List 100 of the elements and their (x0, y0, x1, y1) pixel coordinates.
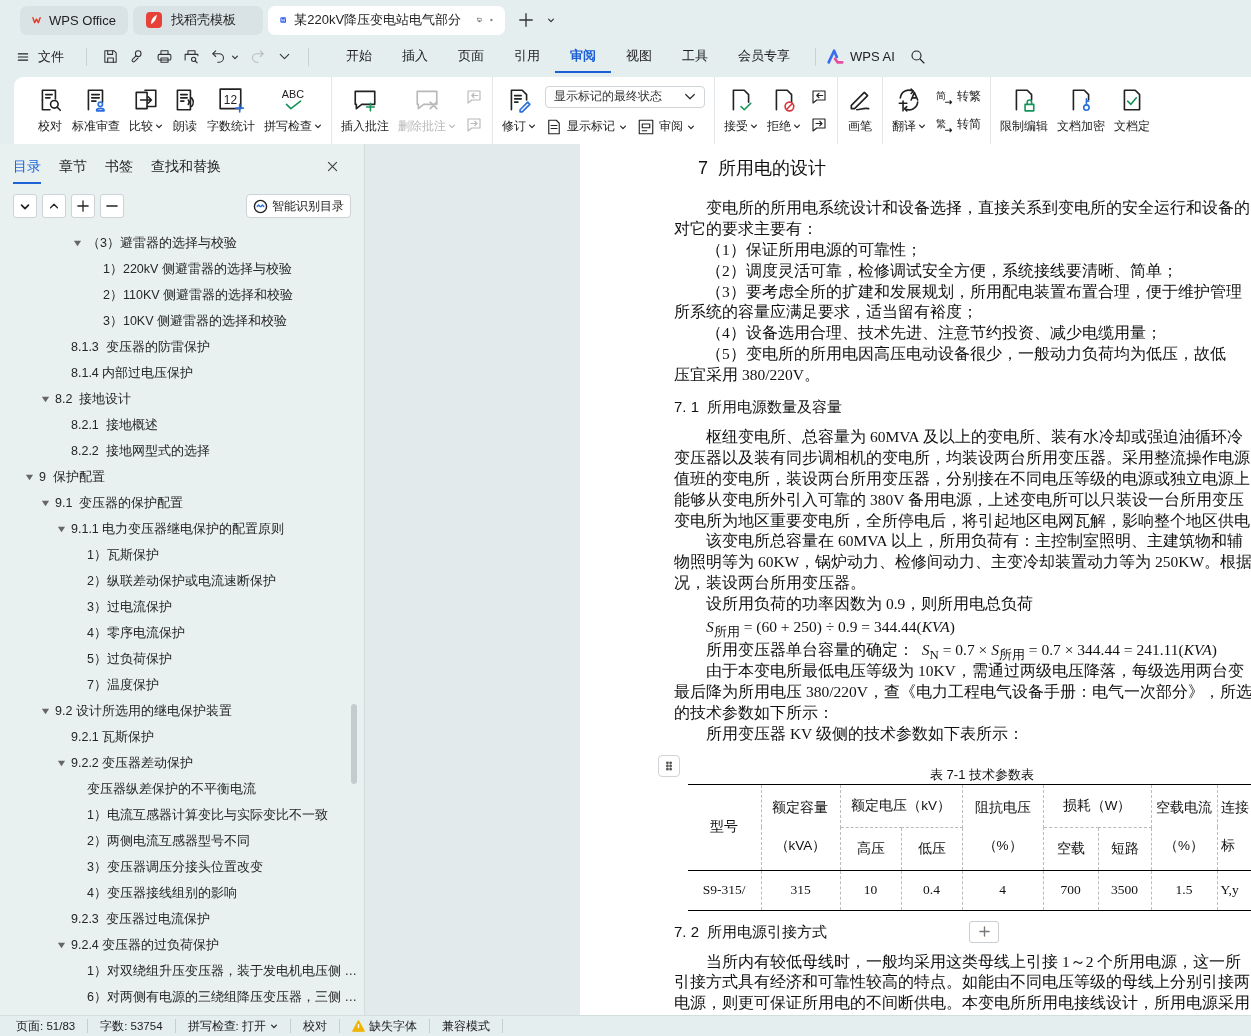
toc-item[interactable]: 9.2.1 瓦斯保护 (71, 728, 155, 746)
ribbon-button[interactable]: 拒绝 (763, 82, 805, 139)
tab-list-button[interactable] (547, 16, 555, 24)
toolbar-button[interactable] (210, 48, 239, 65)
toc-item[interactable]: 2）两侧电流互感器型号不同 (87, 832, 250, 850)
toc-item[interactable]: 9.2.4 变压器的过负荷保护 (71, 936, 220, 954)
minus-button[interactable] (100, 194, 124, 218)
menu-tab[interactable]: 引用 (499, 40, 555, 73)
menu-tab[interactable]: 工具 (667, 40, 723, 73)
panel-tab[interactable]: 书签 (105, 152, 133, 184)
table-cell: 4 (962, 870, 1043, 911)
missing-font-button[interactable]: 缺失字体 (339, 1019, 430, 1033)
column-header: 高压 (840, 827, 901, 871)
document-tab[interactable]: 某220kV降压变电站电气部分 (268, 5, 505, 35)
toc-item[interactable]: 8.2.2 接地网型式的选择 (71, 442, 210, 460)
toc-item[interactable]: 3）过电流保护 (87, 598, 172, 616)
ai-circle-icon (253, 198, 268, 214)
panel-tab[interactable]: 目录 (13, 152, 41, 184)
ribbon-button[interactable]: 修订 (498, 82, 540, 139)
menu-tab[interactable]: 视图 (611, 40, 667, 73)
ribbon-button[interactable]: 接受 (720, 82, 762, 139)
toc-item[interactable]: 8.1.4 内部过电压保护 (71, 364, 194, 382)
toc-item[interactable]: 1）电流互感器计算变比与实际变比不一致 (87, 806, 328, 824)
table-cell: S9-315/ (688, 870, 761, 911)
toc-item[interactable]: 1）对双绕组升压变压器，装于发电机电压侧 … (87, 962, 357, 980)
toc-item[interactable]: 8.1.3 变压器的防雷保护 (71, 338, 210, 356)
toc-item[interactable]: 8.2.1 接地概述 (71, 416, 158, 434)
ribbon-button[interactable]: 繁 转简 (935, 115, 981, 134)
toc-item[interactable]: 9 保护配置 (39, 468, 105, 486)
ribbon-button[interactable]: 审阅 (637, 117, 695, 136)
toc-item[interactable]: 9.2.2 变压器差动保护 (71, 754, 194, 772)
add-row-button[interactable] (969, 920, 999, 943)
search-button[interactable] (908, 47, 927, 66)
toc-item[interactable]: 2）纵联差动保护或电流速断保护 (87, 572, 276, 590)
panel-tab[interactable]: 查找和替换 (151, 152, 221, 184)
menu-tab[interactable]: 审阅 (555, 40, 611, 73)
toc-item[interactable]: 9.2 设计所选用的继电保护装置 (55, 702, 232, 720)
toc-item[interactable]: 8.2 接地设计 (55, 390, 132, 408)
toc-item[interactable]: 5）过负荷保护 (87, 650, 172, 668)
toc-item[interactable]: 变压器纵差保护的不平衡电流 (87, 780, 256, 798)
ribbon-button[interactable]: 校对 (33, 82, 67, 139)
smart-toc-button[interactable]: 智能识别目录 (246, 194, 351, 218)
menu-tab[interactable]: 插入 (387, 40, 443, 73)
ribbon-button[interactable]: 文档加密 (1053, 82, 1109, 139)
ribbon-button[interactable]: 插入批注 (337, 82, 393, 139)
markup-mode-select[interactable]: 显示标记的最终状态 (545, 85, 705, 108)
toc-item[interactable]: 6）对两侧有电源的三绕组降压变压器，三侧 … (87, 988, 357, 1006)
toc-item[interactable]: 3）10KV 侧避雷器的选择和校验 (103, 312, 287, 330)
ai-logo-icon (826, 47, 844, 66)
toc-item[interactable]: 7）温度保护 (87, 676, 159, 694)
search-icon (908, 47, 927, 66)
toc-item[interactable]: 3）变压器调压分接头位置改变 (87, 858, 263, 876)
close-icon (326, 160, 339, 173)
toc-item[interactable]: 9.1.1 电力变压器继电保护的配置原则 (71, 520, 285, 538)
table-handle[interactable] (658, 754, 680, 777)
ribbon-button[interactable]: 12 字数统计 (203, 82, 259, 139)
toc-item[interactable]: 4）变压器接线组别的影响 (87, 884, 237, 902)
icon-button[interactable] (810, 87, 828, 106)
file-menu[interactable]: 文件 (16, 47, 64, 66)
icon-button[interactable] (810, 115, 828, 134)
up-arrow-button[interactable] (42, 194, 66, 218)
ribbon-button[interactable]: 简 转繁 (935, 87, 981, 106)
menu-tab[interactable]: 会员专享 (723, 40, 805, 73)
save-icon (102, 48, 119, 65)
table-cell: 1.5 (1151, 870, 1217, 911)
document-tab[interactable]: WPS Office (20, 5, 128, 35)
panel-tab[interactable]: 章节 (59, 152, 87, 184)
toc-item[interactable]: （3）避雷器的选择与校验 (87, 234, 237, 252)
new-tab-button[interactable] (518, 12, 534, 28)
document-tab[interactable]: 找稻壳模板 (133, 5, 263, 35)
spell-check-toggle[interactable]: 拼写检查: 打开 (175, 1019, 291, 1033)
ribbon-button[interactable]: 标准审查 (68, 82, 124, 139)
ai-button[interactable]: WPS AI (826, 47, 895, 66)
toc-item[interactable]: 2）110KV 侧避雷器的选择和校验 (103, 286, 294, 304)
toc-item[interactable]: 9.1 变压器的保护配置 (55, 494, 184, 512)
column-header: 损耗（W） (1043, 784, 1151, 828)
toolbar-button[interactable] (156, 48, 173, 65)
ribbon-button[interactable]: 翻译 (888, 82, 930, 139)
ribbon-button[interactable]: 朗读 (168, 82, 202, 139)
menu-tab[interactable]: 开始 (331, 40, 387, 73)
proofread-button[interactable]: 校对 (290, 1019, 340, 1033)
menu-tab[interactable]: 页面 (443, 40, 499, 73)
caret-icon (269, 1022, 278, 1030)
down-arrow-button[interactable] (13, 194, 37, 218)
toc-item[interactable]: 1）瓦斯保护 (87, 546, 159, 564)
compatibility-mode-button[interactable]: 兼容模式 (429, 1019, 503, 1033)
toc-item[interactable]: 1）220kV 侧避雷器的选择与校验 (103, 260, 292, 278)
plus-button[interactable] (71, 194, 95, 218)
ribbon-button[interactable]: 比较 (125, 82, 167, 139)
toolbar-button[interactable] (183, 48, 200, 65)
ribbon-button[interactable]: 限制编辑 (996, 82, 1052, 139)
toc-item[interactable]: 4）零序电流保护 (87, 624, 185, 642)
toc-item[interactable]: 9.2.3 变压器过电流保护 (71, 910, 210, 928)
ribbon-button[interactable]: 画笔 (843, 82, 877, 139)
ribbon-button[interactable]: ABC 拼写检查 (260, 82, 326, 139)
caret-icon (314, 122, 322, 130)
ribbon-button[interactable]: 文档定 (1110, 82, 1154, 139)
ribbon-button[interactable]: 显示标记 (545, 117, 627, 136)
scrollbar[interactable] (351, 704, 357, 784)
toolbar-button[interactable] (102, 48, 119, 65)
